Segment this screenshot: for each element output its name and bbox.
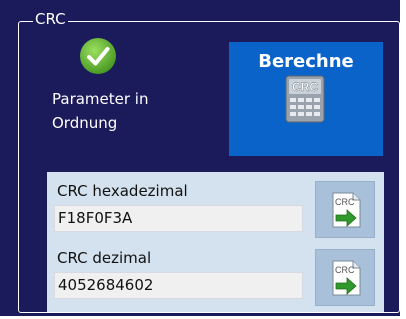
copy-crc-hex-button[interactable]: CRC [315,181,375,238]
crc-dec-label: CRC dezimal [57,249,152,267]
crc-hex-field[interactable]: F18F0F3A [54,205,303,232]
crc-groupbox-title: CRC [33,10,68,28]
crc-copy-arrow-icon: CRC [332,192,361,228]
copy-crc-dec-button[interactable]: CRC [315,249,375,306]
dec-copy-icon-text: CRC [335,265,355,275]
crc-hex-label: CRC hexadezimal [57,182,188,200]
check-circle-icon [78,36,118,76]
crc-calculator-icon: CRC [284,75,326,123]
calculate-button-label: Berechne [258,51,354,72]
crc-panel: CRC Parameter in Ordnung Berechne CRC CR… [0,0,400,316]
calc-icon-text: CRC [292,80,318,94]
calculate-crc-button[interactable]: Berechne CRC [229,42,383,156]
crc-results-panel: CRC hexadezimal F18F0F3A CRC CRC dezimal… [47,172,384,312]
status-message: Parameter in Ordnung [52,87,202,135]
status-line-2: Ordnung [52,114,118,132]
crc-copy-arrow-icon: CRC [332,260,361,296]
crc-dec-field[interactable]: 4052684602 [54,272,303,299]
status-line-1: Parameter in [52,90,149,108]
hex-copy-icon-text: CRC [335,197,355,207]
